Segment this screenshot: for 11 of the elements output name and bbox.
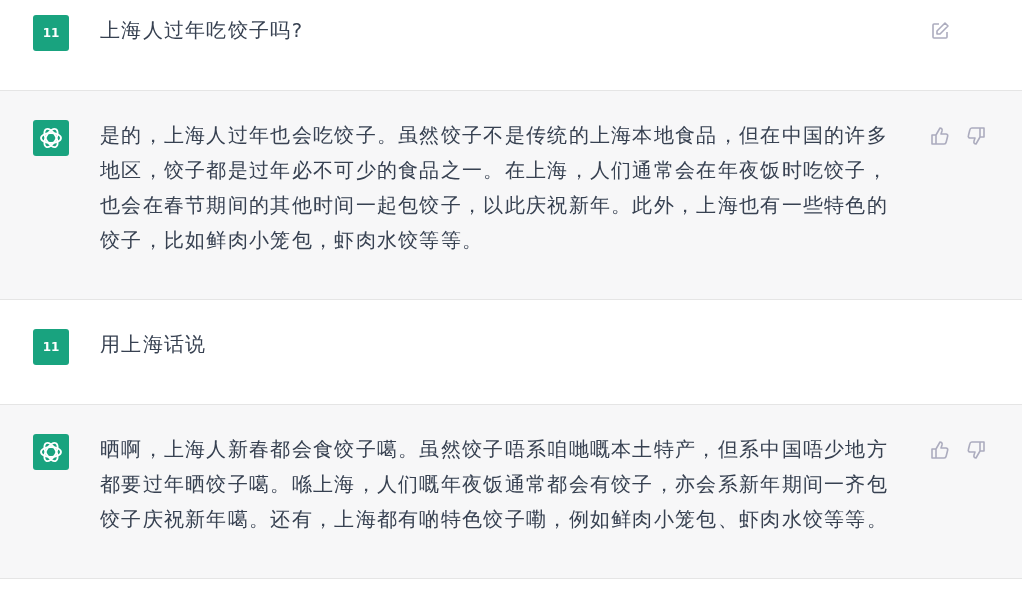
user-avatar: 11: [33, 329, 69, 365]
message-text: 上海人过年吃饺子吗?: [100, 18, 305, 44]
thumbs-up-icon[interactable]: [930, 126, 950, 146]
thumbs-down-icon[interactable]: [966, 440, 986, 460]
message-text: 晒啊，上海人新春都会食饺子噶。虽然饺子唔系咱哋嘅本土特产，但系中国唔少地方都要过年晒饺子噶。喺上海，人们嘅年夜饭通常都会有饺子，亦会系新年期间一齐包饺子庆祝新年噶。还有，上海都有啲特色饺子嘞，例如鲜肉小笼包、虾肉水饺等等。: [100, 437, 890, 533]
edit-icon[interactable]: [930, 21, 950, 41]
message-text: 是的，上海人过年也会吃饺子。虽然饺子不是传统的上海本地食品，但在中国的许多地区，饺子都是过年必不可少的食品之一。在上海，人们通常会在年夜饭时吃饺子，也会在春节期间的其他时间一起包饺子，以此庆祝新年。此外，上海也有一些特色的饺子，比如鲜肉小笼包，虾肉水饺等等。: [100, 123, 890, 254]
thumbs-up-icon[interactable]: [930, 440, 950, 460]
thumbs-down-icon[interactable]: [966, 126, 986, 146]
user-avatar: 11: [33, 15, 69, 51]
message-text: 用上海话说: [100, 332, 208, 358]
